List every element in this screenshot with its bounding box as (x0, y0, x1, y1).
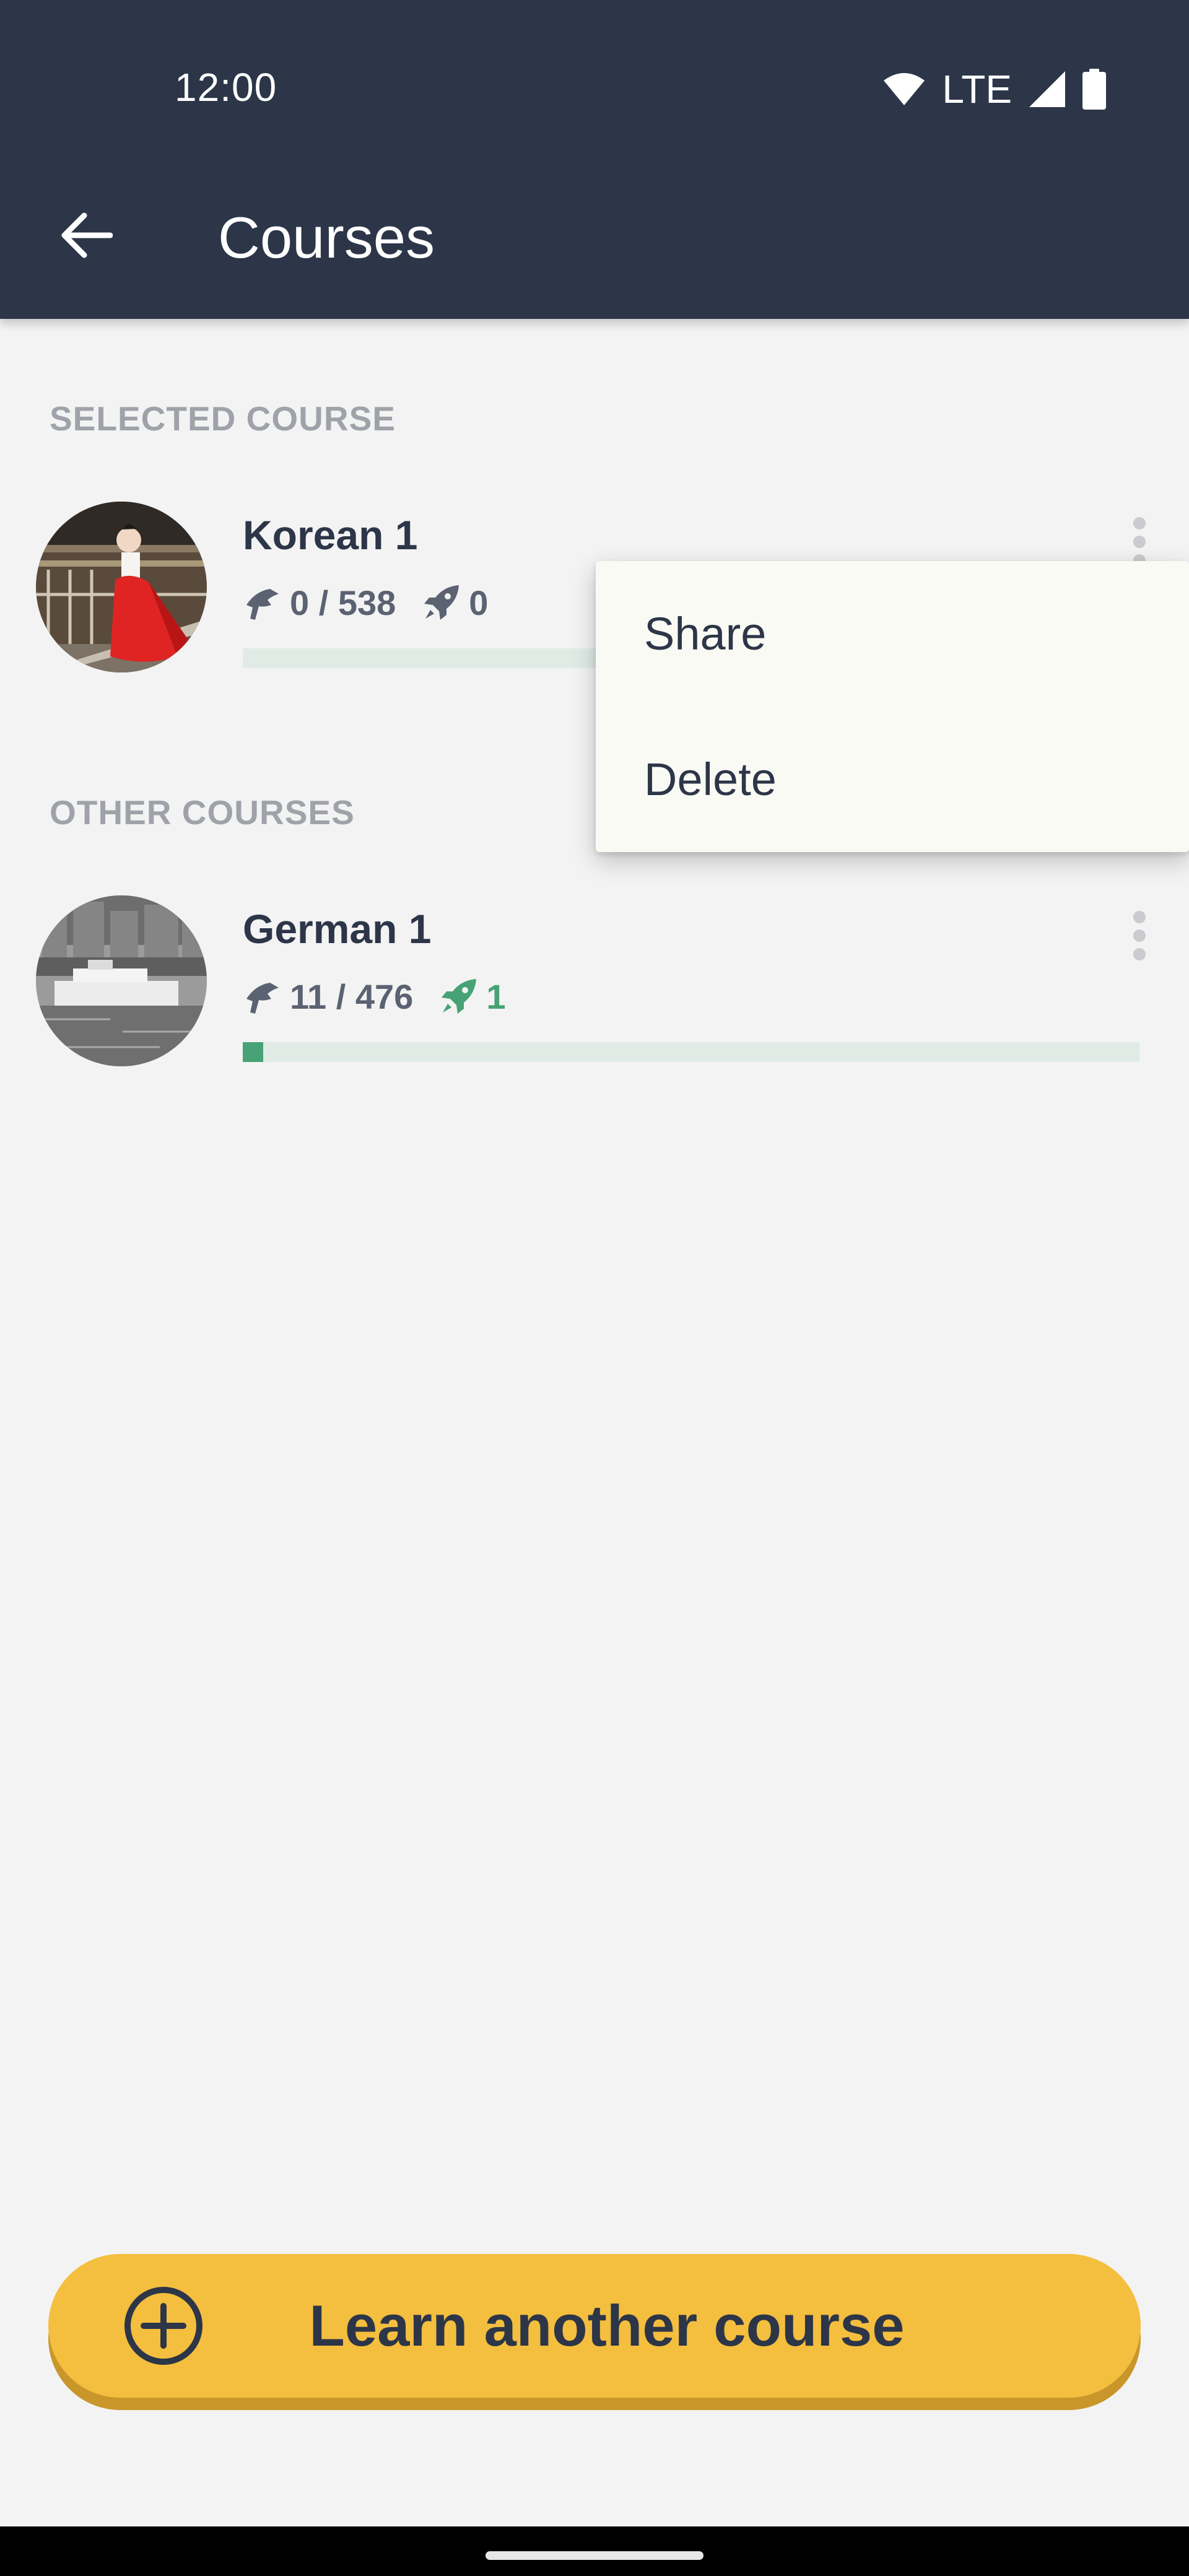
other-courses-header: OTHER COURSES (50, 793, 355, 832)
page-title: Courses (218, 205, 435, 270)
course-name: German 1 (243, 906, 432, 952)
course-stats: 11 / 476 1 (243, 975, 505, 1018)
review-count: 1 (486, 977, 506, 1016)
app-bar: 12:00 LTE Courses (0, 0, 1189, 319)
course-avatar (36, 895, 207, 1066)
arrow-left-icon (61, 212, 113, 258)
more-vert-icon (1133, 911, 1146, 923)
review-count: 0 (469, 583, 489, 622)
battery-icon (1082, 69, 1106, 110)
signal-icon (1029, 71, 1065, 107)
course-name: Korean 1 (243, 512, 418, 558)
course-row-german[interactable]: German 1 11 / 476 1 (0, 895, 1189, 1087)
system-navigation-bar (0, 2526, 1189, 2576)
course-progress-bar (243, 1042, 1139, 1062)
more-vert-icon (1133, 517, 1146, 529)
home-indicator[interactable] (486, 2551, 703, 2560)
network-label: LTE (942, 67, 1012, 111)
rocket-icon (424, 585, 459, 620)
menu-item-delete[interactable]: Delete (596, 707, 1189, 852)
course-avatar (36, 502, 207, 672)
learned-hand-icon (246, 983, 279, 1014)
learn-another-course-label: Learn another course (309, 2293, 905, 2358)
learned-count: 11 / 476 (290, 977, 414, 1016)
rocket-icon (442, 979, 477, 1014)
course-popup-menu: Share Delete (596, 561, 1189, 852)
menu-item-share[interactable]: Share (596, 561, 1189, 707)
course-progress-fill (243, 1042, 264, 1062)
course-stats: 0 / 538 0 (243, 581, 488, 624)
status-time: 12:00 (175, 65, 277, 110)
selected-course-header: SELECTED COURSE (50, 399, 396, 438)
wifi-icon (884, 73, 925, 105)
course-overflow-menu-button[interactable] (1115, 895, 1164, 976)
status-icons: LTE (882, 64, 1106, 114)
back-button[interactable] (43, 192, 130, 279)
learned-hand-icon (246, 589, 279, 620)
learn-another-course-button[interactable]: Learn another course (48, 2254, 1141, 2398)
learned-count: 0 / 538 (290, 583, 396, 622)
